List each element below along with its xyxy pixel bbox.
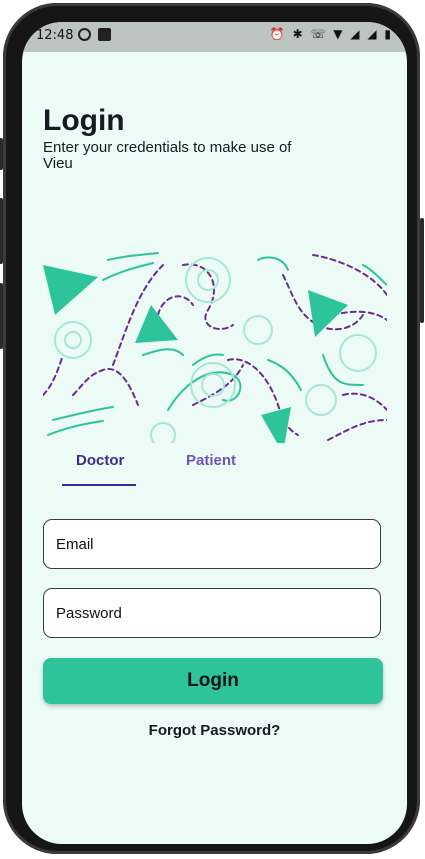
page-title: Login [43, 104, 125, 137]
password-field[interactable] [43, 588, 381, 638]
page-subtitle: Enter your credentials to make use of Vi… [43, 139, 292, 172]
email-field[interactable] [43, 519, 381, 569]
tab-patient[interactable]: Patient [186, 452, 236, 469]
login-button[interactable]: Login [43, 658, 383, 704]
forgot-password-link[interactable]: Forgot Password? [22, 722, 407, 739]
tab-indicator [62, 484, 136, 486]
tab-doctor[interactable]: Doctor [76, 452, 124, 469]
status-icons: ⏰ ✱ ☏ ▼ ◢ ◢ ▮ [269, 27, 393, 41]
side-button [0, 138, 3, 170]
decorative-illustration [43, 252, 387, 443]
phone-frame: 12:48 ⏰ ✱ ☏ ▼ ◢ ◢ ▮ Login Enter your cre… [0, 3, 424, 854]
volume-button [0, 198, 3, 264]
status-time: 12:48 [36, 28, 74, 43]
status-bar: 12:48 ⏰ ✱ ☏ ▼ ◢ ◢ ▮ [22, 22, 407, 52]
user-type-tabs: Doctor Patient [22, 452, 407, 488]
volume-button [0, 283, 3, 349]
app-screen: 12:48 ⏰ ✱ ☏ ▼ ◢ ◢ ▮ Login Enter your cre… [22, 22, 407, 844]
notification-icon [98, 28, 111, 41]
whatsapp-icon [78, 28, 91, 41]
power-button [420, 218, 424, 323]
